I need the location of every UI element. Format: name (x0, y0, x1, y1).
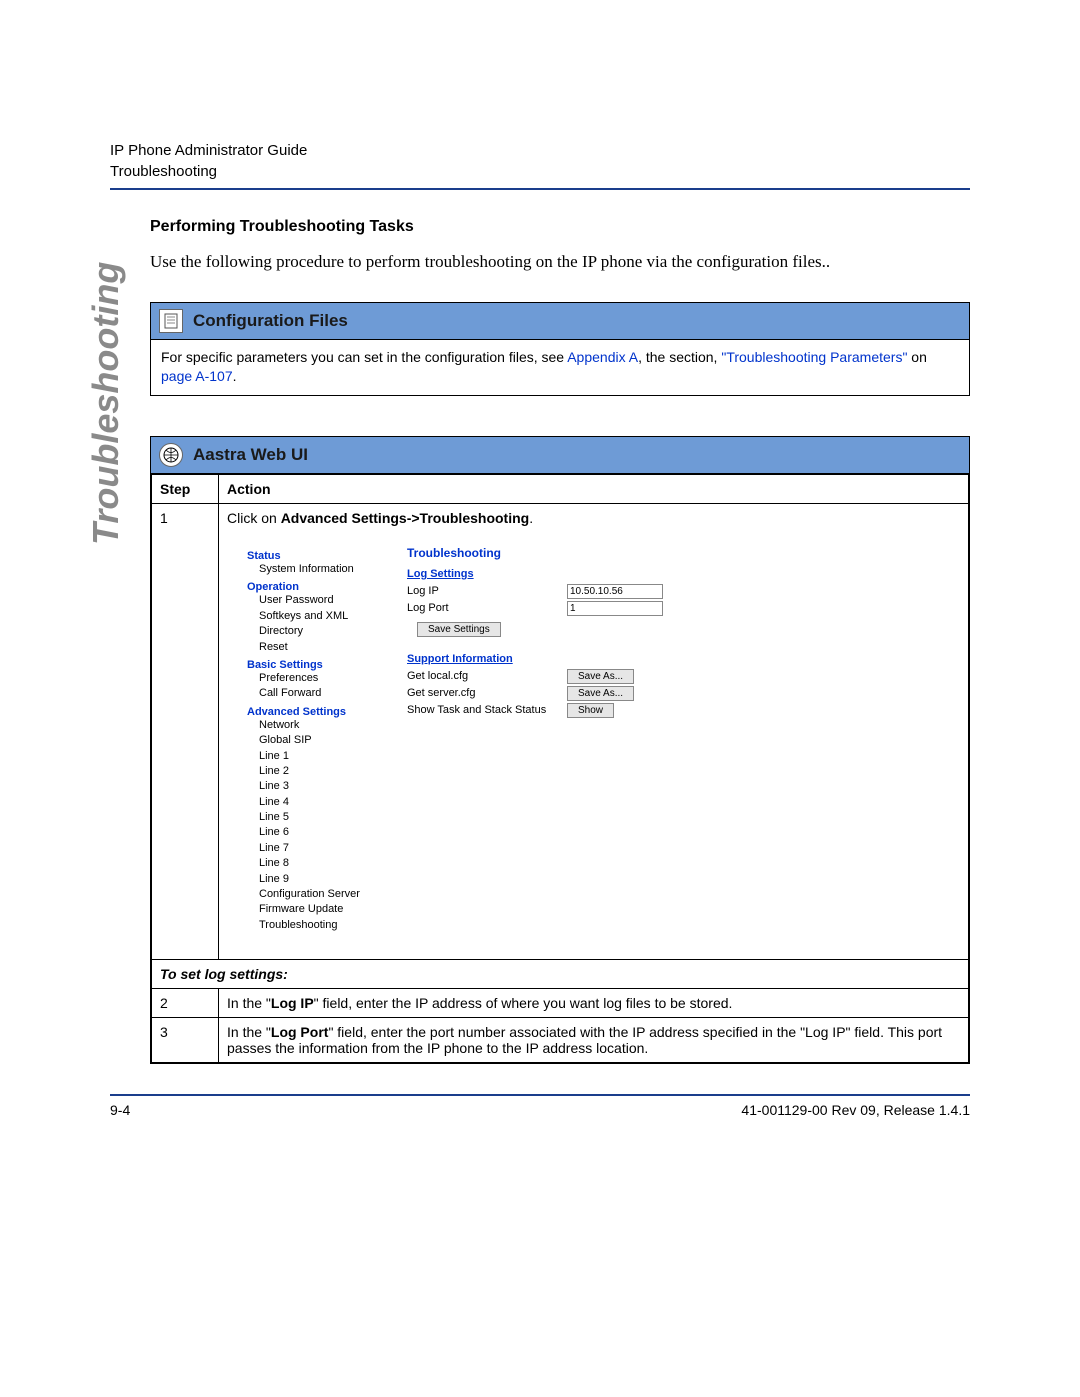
page-number: 9-4 (110, 1102, 130, 1118)
log-settings-subheader: To set log settings: (152, 960, 969, 989)
table-subheader: To set log settings: (152, 960, 969, 989)
nav-item[interactable]: Line 3 (259, 779, 377, 794)
nav-item[interactable]: Softkeys and XML (259, 609, 377, 624)
nav-item[interactable]: User Password (259, 593, 377, 608)
step-num: 3 (152, 1018, 219, 1063)
table-row: 2 In the "Log IP" field, enter the IP ad… (152, 989, 969, 1018)
table-row: 1 Click on Advanced Settings->Troublesho… (152, 503, 969, 959)
page-link[interactable]: page A-107 (161, 368, 233, 384)
nav-item[interactable]: Network (259, 718, 377, 733)
step-num: 1 (152, 503, 219, 959)
nav-item[interactable]: Firmware Update (259, 902, 377, 917)
nav-item[interactable]: Line 5 (259, 810, 377, 825)
step-text: In the " (227, 995, 271, 1011)
footer-rule (110, 1094, 970, 1096)
config-panel-title: Configuration Files (193, 311, 348, 331)
config-text: on (907, 349, 926, 365)
appendix-link[interactable]: Appendix A (567, 349, 638, 365)
step-bold: Advanced Settings->Troubleshooting (281, 510, 530, 526)
troubleshooting-params-link[interactable]: "Troubleshooting Parameters" (721, 349, 907, 365)
log-ip-label: Log IP (407, 585, 567, 597)
nav-operation: Operation (247, 581, 377, 593)
col-step: Step (152, 474, 219, 503)
form-title: Troubleshooting (407, 546, 940, 560)
step-action: In the "Log IP" field, enter the IP addr… (219, 989, 969, 1018)
get-server-label: Get server.cfg (407, 687, 567, 699)
nav-item[interactable]: Directory (259, 624, 377, 639)
log-port-input[interactable] (567, 601, 663, 616)
step-text: . (529, 510, 533, 526)
step-bold: Log IP (271, 995, 314, 1011)
log-ip-input[interactable] (567, 584, 663, 599)
show-button[interactable]: Show (567, 703, 614, 718)
form-column: Troubleshooting Log Settings Log IP Log … (407, 546, 940, 933)
nav-item[interactable]: Troubleshooting (259, 918, 377, 933)
step-text: " field, enter the IP address of where y… (314, 995, 733, 1011)
nav-item[interactable]: Preferences (259, 671, 377, 686)
support-info-section: Support Information (407, 653, 940, 665)
header-guide-title: IP Phone Administrator Guide (110, 140, 970, 161)
nav-basic: Basic Settings (247, 659, 377, 671)
doc-revision: 41-001129-00 Rev 09, Release 1.4.1 (741, 1102, 970, 1118)
nav-item[interactable]: Line 1 (259, 749, 377, 764)
nav-item[interactable]: Line 9 (259, 872, 377, 887)
nav-item[interactable]: Line 2 (259, 764, 377, 779)
save-as-server-button[interactable]: Save As... (567, 686, 634, 701)
steps-table: Step Action 1 Click on Advanced Settings… (151, 474, 969, 1063)
get-local-label: Get local.cfg (407, 670, 567, 682)
log-port-label: Log Port (407, 602, 567, 614)
nav-column: Status System Information Operation User… (247, 546, 377, 933)
step-action: In the "Log Port" field, enter the port … (219, 1018, 969, 1063)
config-text: For specific parameters you can set in t… (161, 349, 567, 365)
config-text: , the section, (638, 349, 721, 365)
nav-item[interactable]: Configuration Server (259, 887, 377, 902)
document-icon (159, 309, 183, 333)
step-num: 2 (152, 989, 219, 1018)
header-section: Troubleshooting (110, 161, 970, 182)
nav-item[interactable]: Global SIP (259, 733, 377, 748)
nav-item[interactable]: Line 6 (259, 825, 377, 840)
intro-paragraph: Use the following procedure to perform t… (150, 250, 970, 274)
show-task-label: Show Task and Stack Status (407, 704, 567, 716)
side-tab-label: Troubleshooting (85, 262, 127, 545)
globe-icon (159, 443, 183, 467)
step-text: Click on (227, 510, 281, 526)
log-settings-section: Log Settings (407, 568, 940, 580)
nav-item[interactable]: Line 4 (259, 795, 377, 810)
nav-advanced: Advanced Settings (247, 706, 377, 718)
step-text: In the " (227, 1024, 271, 1040)
config-panel-body: For specific parameters you can set in t… (151, 340, 969, 395)
table-row: 3 In the "Log Port" field, enter the por… (152, 1018, 969, 1063)
step-text: " field, enter the port number associate… (227, 1024, 942, 1056)
step-action: Click on Advanced Settings->Troubleshoot… (219, 503, 969, 959)
nav-item[interactable]: Line 7 (259, 841, 377, 856)
nav-item[interactable]: Call Forward (259, 686, 377, 701)
web-ui-panel: Aastra Web UI Step Action 1 Click on Adv… (150, 436, 970, 1064)
nav-status: Status (247, 550, 377, 562)
web-panel-title: Aastra Web UI (193, 445, 308, 465)
config-files-panel: Configuration Files For specific paramet… (150, 302, 970, 396)
save-as-local-button[interactable]: Save As... (567, 669, 634, 684)
nav-item[interactable]: Reset (259, 640, 377, 655)
section-title: Performing Troubleshooting Tasks (150, 218, 970, 236)
step-bold: Log Port (271, 1024, 329, 1040)
config-text: . (233, 368, 237, 384)
header-rule (110, 188, 970, 190)
col-action: Action (219, 474, 969, 503)
nav-item[interactable]: Line 8 (259, 856, 377, 871)
embedded-screenshot: Status System Information Operation User… (227, 536, 960, 943)
save-settings-button[interactable]: Save Settings (417, 622, 501, 637)
nav-item[interactable]: System Information (259, 562, 377, 577)
